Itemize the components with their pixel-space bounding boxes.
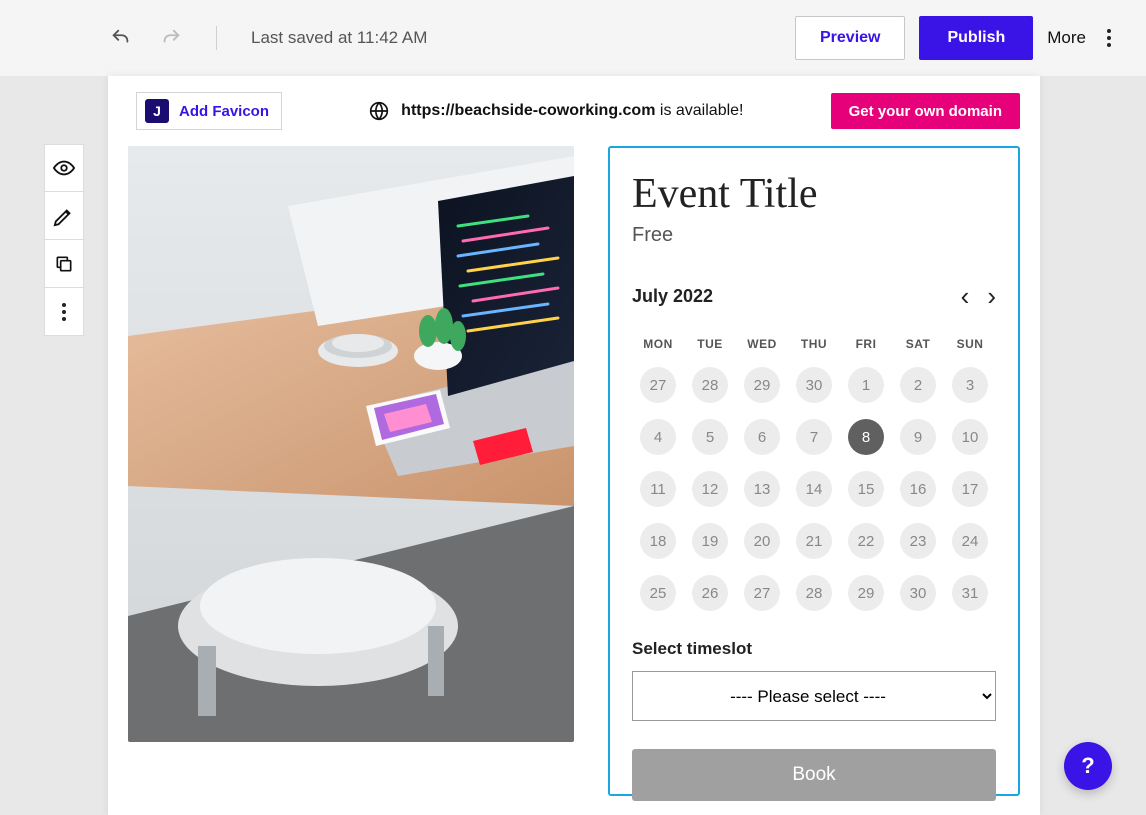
calendar-dow: SAT: [892, 337, 944, 351]
calendar-day[interactable]: 28: [692, 367, 728, 403]
calendar-dow: WED: [736, 337, 788, 351]
calendar-day[interactable]: 12: [692, 471, 728, 507]
undo-icon: [110, 27, 132, 49]
calendar-dow: FRI: [840, 337, 892, 351]
globe-icon: [369, 101, 389, 121]
event-price: Free: [632, 224, 996, 247]
calendar-day[interactable]: 25: [640, 575, 676, 611]
calendar-day[interactable]: 4: [640, 419, 676, 455]
calendar-day[interactable]: 19: [692, 523, 728, 559]
calendar-dow: MON: [632, 337, 684, 351]
calendar-day[interactable]: 10: [952, 419, 988, 455]
calendar-day[interactable]: 7: [796, 419, 832, 455]
calendar-day[interactable]: 31: [952, 575, 988, 611]
calendar-grid: MONTUEWEDTHUFRISATSUN2728293012345678910…: [632, 337, 996, 611]
calendar-day[interactable]: 29: [848, 575, 884, 611]
calendar-day[interactable]: 23: [900, 523, 936, 559]
more-button[interactable]: More: [1047, 28, 1086, 48]
calendar-month-label: July 2022: [632, 286, 713, 307]
get-domain-button[interactable]: Get your own domain: [831, 93, 1020, 129]
more-menu-icon[interactable]: [1100, 24, 1118, 52]
calendar-next-button[interactable]: ›: [987, 283, 996, 309]
calendar-day[interactable]: 9: [900, 419, 936, 455]
calendar-day[interactable]: 30: [796, 367, 832, 403]
redo-icon: [160, 27, 182, 49]
calendar-header: July 2022 ‹ ›: [632, 283, 996, 309]
tool-copy[interactable]: [44, 240, 84, 288]
workspace-illustration: [128, 146, 574, 742]
calendar-day[interactable]: 14: [796, 471, 832, 507]
domain-available-text: is available!: [655, 102, 743, 119]
domain-url-text: https://beachside-coworking.com: [401, 102, 655, 119]
calendar-day[interactable]: 3: [952, 367, 988, 403]
calendar-day[interactable]: 6: [744, 419, 780, 455]
tool-rail: [44, 144, 84, 336]
redo-button[interactable]: [160, 27, 182, 49]
calendar-day[interactable]: 2: [900, 367, 936, 403]
history-controls: Last saved at 11:42 AM: [110, 26, 427, 50]
calendar-nav: ‹ ›: [961, 283, 996, 309]
eye-icon: [53, 157, 75, 179]
timeslot-select[interactable]: ---- Please select ----: [632, 671, 996, 721]
calendar-day[interactable]: 30: [900, 575, 936, 611]
booking-panel[interactable]: Event Title Free July 2022 ‹ › MONTUEWED…: [608, 146, 1020, 796]
calendar-dow: THU: [788, 337, 840, 351]
timeslot-label: Select timeslot: [632, 639, 996, 659]
calendar-day[interactable]: 24: [952, 523, 988, 559]
calendar-dow: SUN: [944, 337, 996, 351]
page-content: Event Title Free July 2022 ‹ › MONTUEWED…: [108, 146, 1040, 796]
calendar-day[interactable]: 28: [796, 575, 832, 611]
tool-pen[interactable]: [44, 192, 84, 240]
add-favicon-button[interactable]: J Add Favicon: [136, 92, 282, 130]
publish-button[interactable]: Publish: [919, 16, 1033, 60]
calendar-day[interactable]: 8: [848, 419, 884, 455]
calendar-day[interactable]: 21: [796, 523, 832, 559]
tool-visibility[interactable]: [44, 144, 84, 192]
event-title: Event Title: [632, 170, 996, 218]
calendar-day[interactable]: 29: [744, 367, 780, 403]
top-toolbar: Last saved at 11:42 AM Preview Publish M…: [0, 0, 1146, 76]
editor-canvas: J Add Favicon https://beachside-coworkin…: [108, 76, 1040, 815]
undo-button[interactable]: [110, 27, 132, 49]
more-vertical-icon: [55, 298, 73, 326]
calendar-dow: TUE: [684, 337, 736, 351]
favicon-placeholder-icon: J: [145, 99, 169, 123]
calendar-day[interactable]: 5: [692, 419, 728, 455]
tool-more[interactable]: [44, 288, 84, 336]
pen-icon: [53, 205, 75, 227]
toolbar-right: Preview Publish More: [795, 16, 1118, 60]
domain-bar: J Add Favicon https://beachside-coworkin…: [108, 76, 1040, 146]
add-favicon-label: Add Favicon: [179, 103, 269, 120]
calendar-day[interactable]: 1: [848, 367, 884, 403]
calendar-day[interactable]: 13: [744, 471, 780, 507]
last-saved-text: Last saved at 11:42 AM: [251, 28, 427, 48]
calendar-day[interactable]: 26: [692, 575, 728, 611]
calendar-day[interactable]: 18: [640, 523, 676, 559]
calendar-day[interactable]: 16: [900, 471, 936, 507]
calendar-prev-button[interactable]: ‹: [961, 283, 970, 309]
hero-image[interactable]: [128, 146, 574, 742]
book-button[interactable]: Book: [632, 749, 996, 801]
calendar-day[interactable]: 11: [640, 471, 676, 507]
calendar-day[interactable]: 22: [848, 523, 884, 559]
calendar-day[interactable]: 15: [848, 471, 884, 507]
calendar-day[interactable]: 20: [744, 523, 780, 559]
calendar-day[interactable]: 17: [952, 471, 988, 507]
calendar-day[interactable]: 27: [640, 367, 676, 403]
preview-button[interactable]: Preview: [795, 16, 905, 60]
toolbar-divider: [216, 26, 217, 50]
calendar-day[interactable]: 27: [744, 575, 780, 611]
domain-availability: https://beachside-coworking.com is avail…: [369, 101, 743, 121]
help-button[interactable]: ?: [1064, 742, 1112, 790]
copy-icon: [54, 254, 74, 274]
